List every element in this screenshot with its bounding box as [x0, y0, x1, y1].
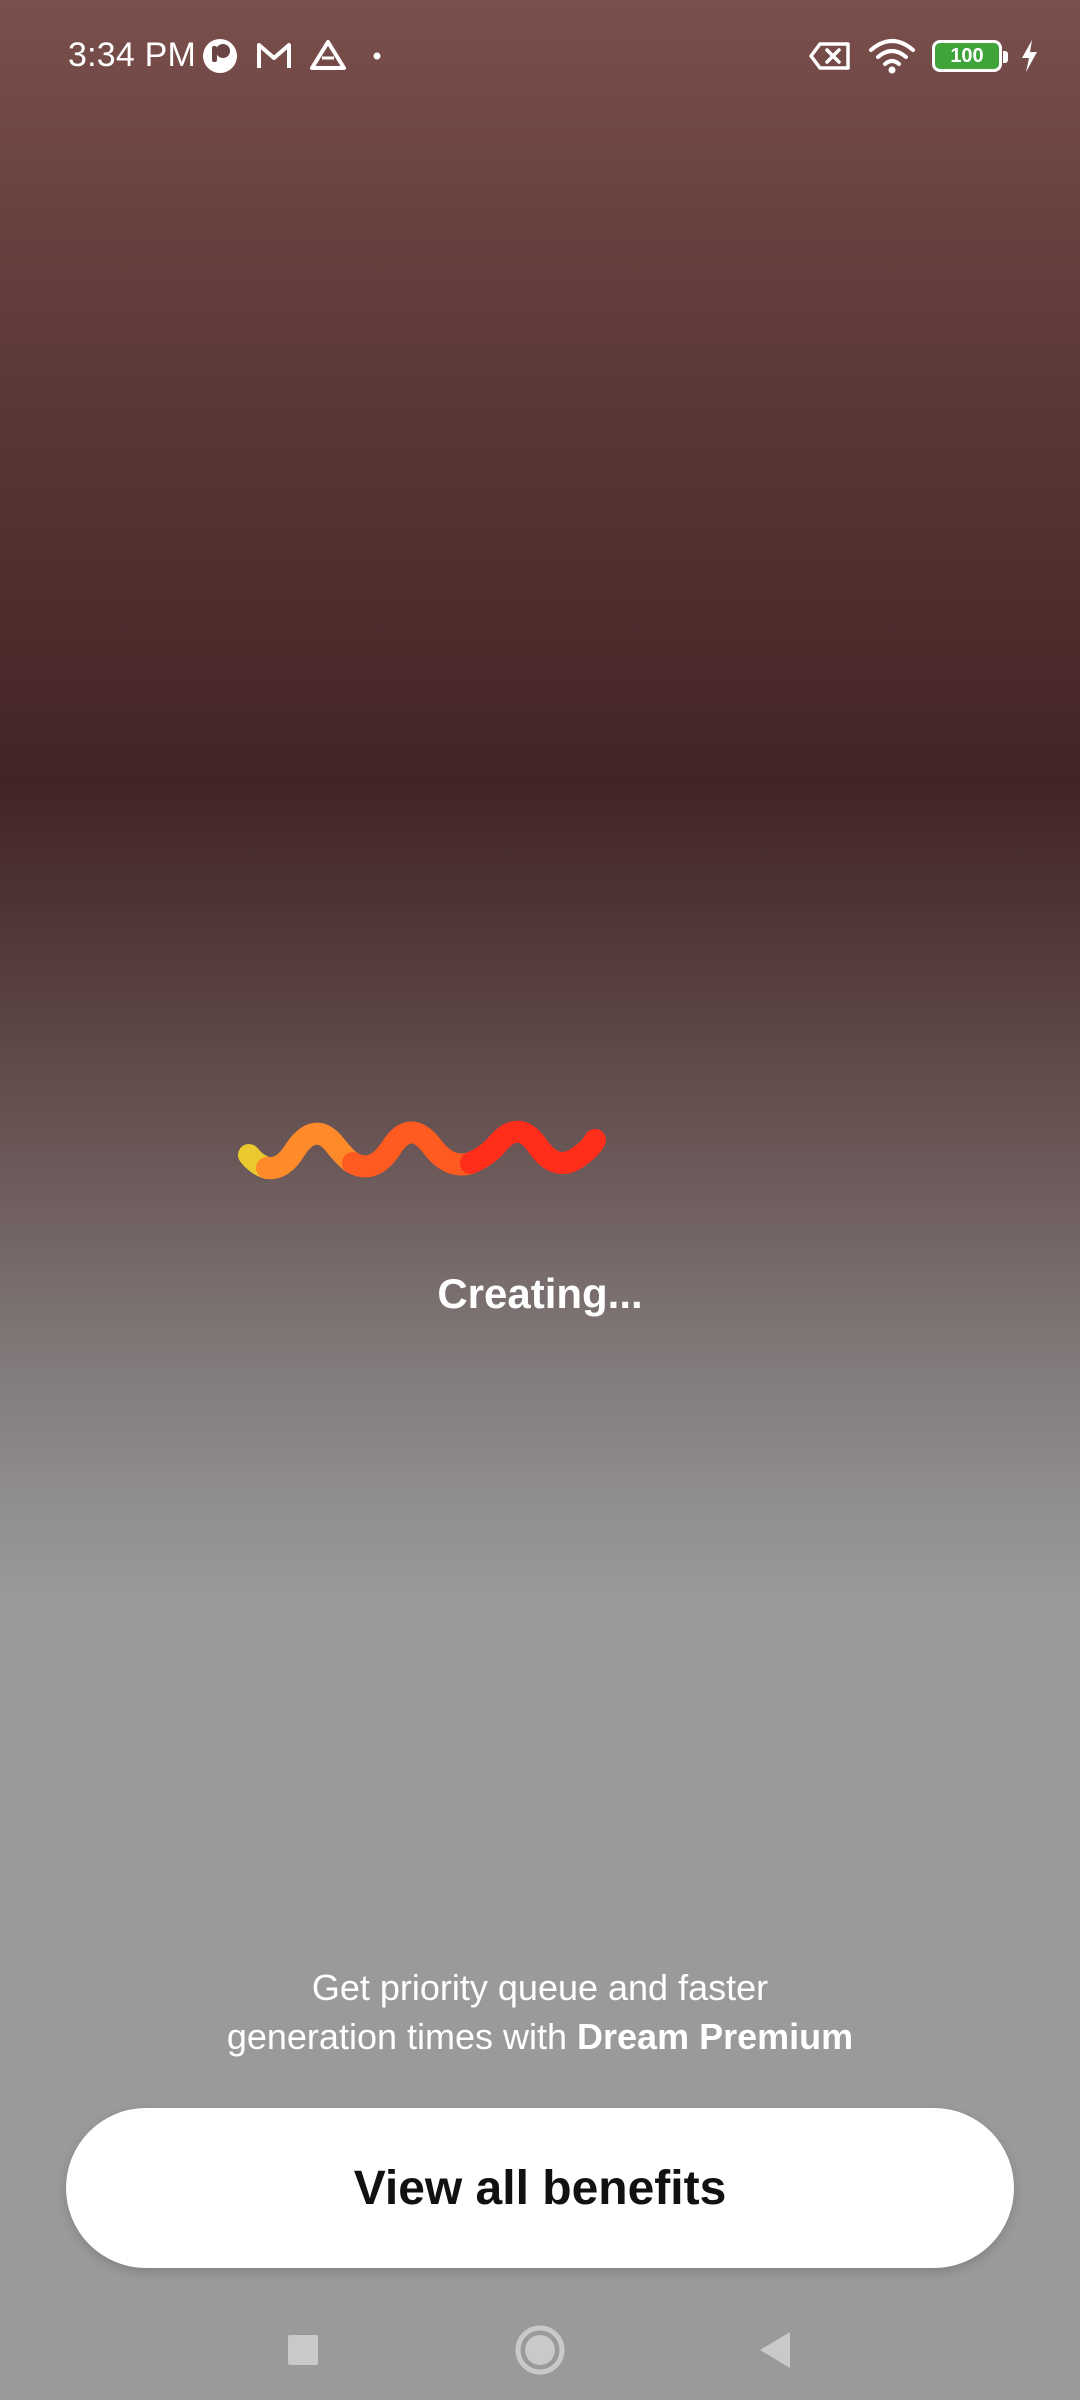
premium-promo-text: Get priority queue and faster generation… — [0, 1963, 1080, 2061]
status-left-icons — [200, 36, 392, 76]
data-off-icon — [808, 36, 852, 76]
promo-line-2-prefix: generation times with — [226, 2016, 578, 2057]
status-right-icons: 100 — [808, 36, 1040, 76]
wave-loader — [238, 1120, 606, 1180]
battery-icon: 100 — [932, 40, 1008, 72]
recent-apps-icon[interactable] — [273, 2320, 333, 2380]
promo-line-2: generation times with Dream Premium — [0, 2012, 1080, 2061]
wave-segment-4 — [460, 1120, 606, 1174]
view-all-benefits-button[interactable]: View all benefits — [66, 2108, 1014, 2268]
charging-icon — [1018, 36, 1040, 76]
status-bar: 3:34 PM 100 — [0, 0, 1080, 120]
creating-label: Creating... — [437, 1270, 643, 1317]
status-time: 3:34 PM — [68, 36, 197, 74]
app-notification-icon — [200, 36, 240, 76]
home-icon[interactable] — [510, 2320, 570, 2380]
system-nav-bar — [0, 2300, 1080, 2400]
drive-icon — [308, 36, 348, 76]
wave-segment-2 — [256, 1122, 364, 1180]
dot-icon — [362, 36, 392, 76]
back-icon[interactable] — [745, 2320, 805, 2380]
gmail-icon — [254, 36, 294, 76]
premium-brand-name: Dream Premium — [577, 2016, 854, 2057]
wave-segment-3 — [342, 1121, 482, 1178]
promo-line-1: Get priority queue and faster — [311, 1967, 769, 2008]
battery-level: 100 — [950, 44, 984, 67]
wifi-icon — [868, 36, 916, 76]
